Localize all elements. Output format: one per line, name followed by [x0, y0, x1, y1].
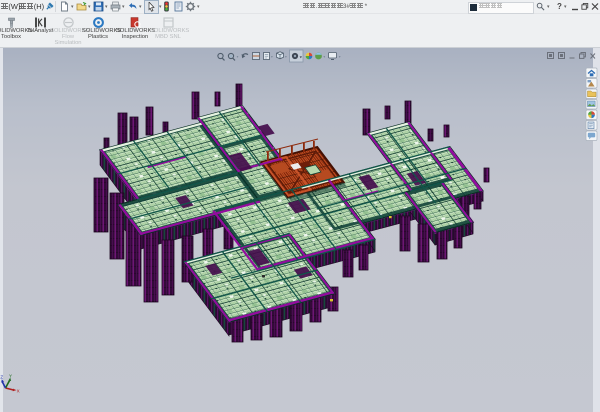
resources-tab-icon[interactable] — [586, 68, 597, 78]
forum-tab-icon[interactable] — [586, 131, 597, 141]
appearances-tab-icon[interactable] — [586, 110, 597, 120]
doc-prev-icon[interactable] — [548, 53, 554, 59]
previous-view-icon[interactable] — [242, 54, 248, 58]
view-orientation-icon[interactable] — [277, 52, 287, 59]
apply-scene-icon[interactable] — [315, 53, 325, 60]
view-palette-tab-icon[interactable] — [586, 100, 597, 110]
annotation-views-icon[interactable] — [264, 53, 273, 60]
hide-show-items-icon[interactable] — [290, 50, 304, 62]
document-window-buttons — [548, 53, 596, 59]
solidworks-window: (W) (H) ▾ ▾ ▾ ▾ ▾ — [0, 0, 600, 412]
doc-next-icon[interactable] — [559, 53, 565, 59]
viewport-overlay: X Y Z — [0, 0, 600, 412]
file-explorer-tab-icon[interactable] — [586, 89, 597, 99]
doc-restore-icon[interactable] — [580, 53, 586, 59]
zoom-to-area-icon[interactable] — [228, 53, 238, 60]
zoom-to-fit-icon[interactable] — [218, 53, 225, 60]
view-settings-icon[interactable] — [329, 53, 341, 60]
edit-appearance-icon[interactable] — [306, 53, 313, 60]
section-view-icon[interactable] — [253, 53, 260, 60]
triad-y-label: Y — [9, 373, 12, 378]
custom-properties-tab-icon[interactable] — [586, 121, 597, 131]
triad-z-label: Z — [0, 374, 3, 379]
triad-x-label: X — [17, 389, 20, 394]
model-3d[interactable] — [77, 66, 522, 342]
design-library-tab-icon[interactable] — [586, 79, 597, 89]
task-pane-tabs — [586, 68, 597, 141]
headsup-toolbar — [218, 50, 341, 62]
doc-close-icon[interactable] — [591, 54, 596, 59]
reference-triad: X Y Z — [0, 373, 19, 393]
